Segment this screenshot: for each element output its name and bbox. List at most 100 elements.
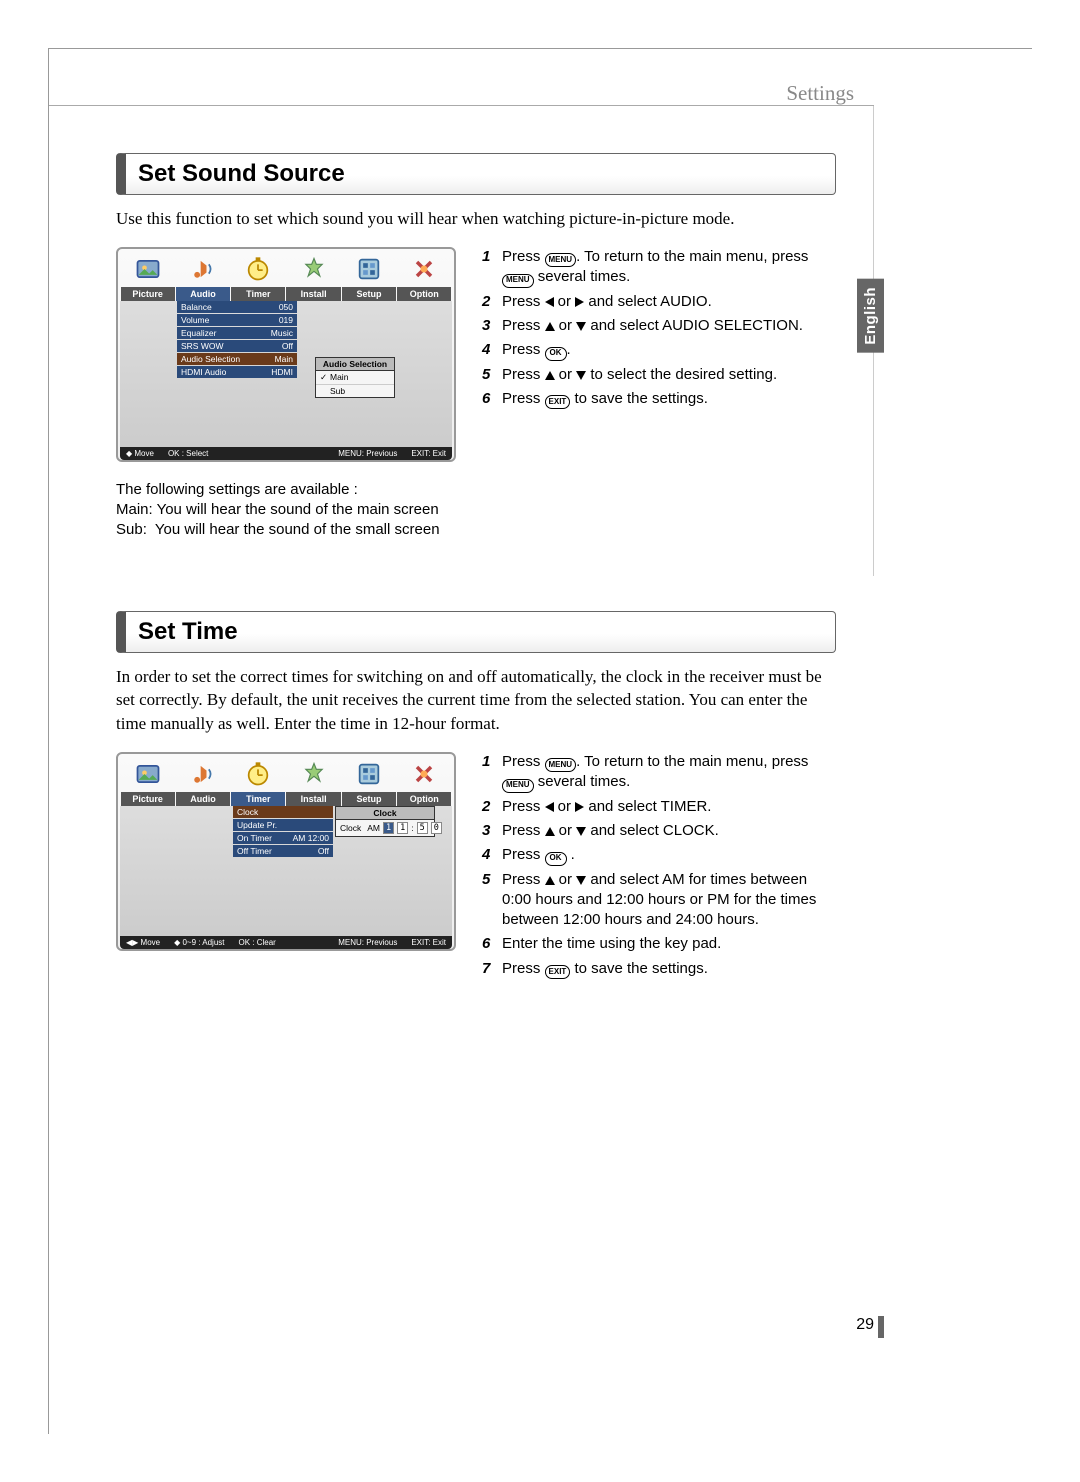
osd-row-highlighted: Audio SelectionMain <box>177 353 297 365</box>
section-title: Set Time <box>138 618 238 645</box>
ok-button-icon: OK <box>545 347 567 361</box>
timer-icon <box>244 760 272 788</box>
osd-footer: ◀▶ Move ◆ 0~9 : Adjust OK : Clear MENU: … <box>120 936 452 949</box>
audio-icon <box>189 760 217 788</box>
left-arrow-icon <box>545 297 554 307</box>
osd-body: Balance050 Volume019 EqualizerMusic SRS … <box>120 301 452 447</box>
step: 5Press or to select the desired setting. <box>482 365 836 385</box>
step: 1Press MENU. To return to the main menu,… <box>482 752 836 793</box>
osd-tab-row: Picture Audio Timer Install Setup Option <box>120 792 452 806</box>
osd-row: On TimerAM 12:00 <box>233 832 333 844</box>
osd-clock-row: Clock AM 11:50 <box>336 820 434 836</box>
header-rule <box>49 105 874 106</box>
step: 4Press OK. <box>482 340 836 360</box>
page-number: 29 <box>856 1316 874 1334</box>
osd-body: Clock Update Pr. On TimerAM 12:00 Off Ti… <box>120 806 452 936</box>
up-arrow-icon <box>545 322 555 331</box>
down-arrow-icon <box>576 371 586 380</box>
up-arrow-icon <box>545 371 555 380</box>
step: 3Press or and select AUDIO SELECTION. <box>482 316 836 336</box>
osd-tab: Option <box>397 287 451 301</box>
osd-tab: Setup <box>342 287 396 301</box>
step: 7Press EXIT to save the settings. <box>482 959 836 979</box>
right-arrow-icon <box>575 297 584 307</box>
osd-tab: Option <box>397 792 451 806</box>
option-icon <box>410 255 438 283</box>
osd-timer-list: Clock Update Pr. On TimerAM 12:00 Off Ti… <box>233 806 333 858</box>
osd-popup-clock: Clock Clock AM 11:50 <box>335 806 435 837</box>
osd-row-highlighted: Clock <box>233 806 333 818</box>
install-icon <box>300 760 328 788</box>
osd-icon-row <box>120 756 452 792</box>
right-arrow-icon <box>575 802 584 812</box>
osd-tab: Picture <box>121 287 175 301</box>
section-title: Set Sound Source <box>138 160 345 187</box>
exit-button-icon: EXIT <box>545 395 571 409</box>
osd-popup-audio-selection: Audio Selection ✓Main Sub <box>315 357 395 398</box>
step: 2Press or and select TIMER. <box>482 797 836 817</box>
step: 4Press OK . <box>482 845 836 865</box>
osd-tab: Install <box>286 792 340 806</box>
step: 2Press or and select AUDIO. <box>482 292 836 312</box>
menu-button-icon: MENU <box>545 253 577 267</box>
page-thumb-marker <box>878 1316 884 1338</box>
timer-icon <box>244 255 272 283</box>
available-main: Main: You will hear the sound of the mai… <box>116 500 836 520</box>
option-icon <box>410 760 438 788</box>
osd-row: Balance050 <box>177 301 297 313</box>
picture-icon <box>134 255 162 283</box>
section1-intro: Use this function to set which sound you… <box>116 207 836 231</box>
install-icon <box>300 255 328 283</box>
section2-intro: In order to set the correct times for sw… <box>116 665 836 736</box>
osd-audio-screenshot: Picture Audio Timer Install Setup Option… <box>116 247 456 462</box>
available-sub: Sub: You will hear the sound of the smal… <box>116 520 836 540</box>
header-category: Settings <box>786 81 854 106</box>
picture-icon <box>134 760 162 788</box>
osd-tab: Setup <box>342 792 396 806</box>
osd-row: HDMI AudioHDMI <box>177 366 297 378</box>
up-arrow-icon <box>545 827 555 836</box>
ok-button-icon: OK <box>545 852 567 866</box>
step: 1Press MENU. To return to the main menu,… <box>482 247 836 288</box>
step: 6Enter the time using the key pad. <box>482 934 836 954</box>
osd-tab: Timer <box>231 287 285 301</box>
menu-button-icon: MENU <box>502 274 534 288</box>
clock-hour2: 1 <box>397 822 408 834</box>
setup-icon <box>355 255 383 283</box>
osd-popup-option: ✓Main <box>316 371 394 385</box>
exit-button-icon: EXIT <box>545 965 571 979</box>
osd-tab: Picture <box>121 792 175 806</box>
section1-available: The following settings are available : M… <box>116 480 836 541</box>
available-heading: The following settings are available : <box>116 480 836 500</box>
osd-popup-title: Clock <box>336 807 434 820</box>
audio-icon <box>189 255 217 283</box>
clock-min1: 5 <box>417 822 428 834</box>
down-arrow-icon <box>576 322 586 331</box>
content: Set Sound Source Use this function to se… <box>116 153 836 983</box>
osd-tab-row: Picture Audio Timer Install Setup Option <box>120 287 452 301</box>
section1-body: Picture Audio Timer Install Setup Option… <box>116 247 836 462</box>
osd-row: Update Pr. <box>233 819 333 831</box>
osd-tab: Install <box>286 287 340 301</box>
section2-steps: 1Press MENU. To return to the main menu,… <box>482 752 836 983</box>
step: 5Press or and select AM for times betwee… <box>482 870 836 931</box>
osd-tab-active: Timer <box>231 792 285 806</box>
down-arrow-icon <box>576 827 586 836</box>
osd-footer: ◆ Move OK : Select MENU: Previous EXIT: … <box>120 447 452 460</box>
osd-audio-list: Balance050 Volume019 EqualizerMusic SRS … <box>177 301 297 379</box>
step: 6Press EXIT to save the settings. <box>482 389 836 409</box>
osd-row: SRS WOWOff <box>177 340 297 352</box>
osd-row: EqualizerMusic <box>177 327 297 339</box>
up-arrow-icon <box>545 876 555 885</box>
menu-button-icon: MENU <box>545 758 577 772</box>
menu-button-icon: MENU <box>502 779 534 793</box>
osd-icon-row <box>120 251 452 287</box>
osd-row: Volume019 <box>177 314 297 326</box>
osd-tab-active: Audio <box>176 287 230 301</box>
osd-popup-title: Audio Selection <box>316 358 394 371</box>
section1-steps: 1Press MENU. To return to the main menu,… <box>482 247 836 413</box>
clock-hour1: 1 <box>383 822 394 834</box>
section-heading-time: Set Time <box>116 611 836 653</box>
check-icon: ✓ <box>320 372 330 383</box>
language-tab: English <box>857 279 884 353</box>
